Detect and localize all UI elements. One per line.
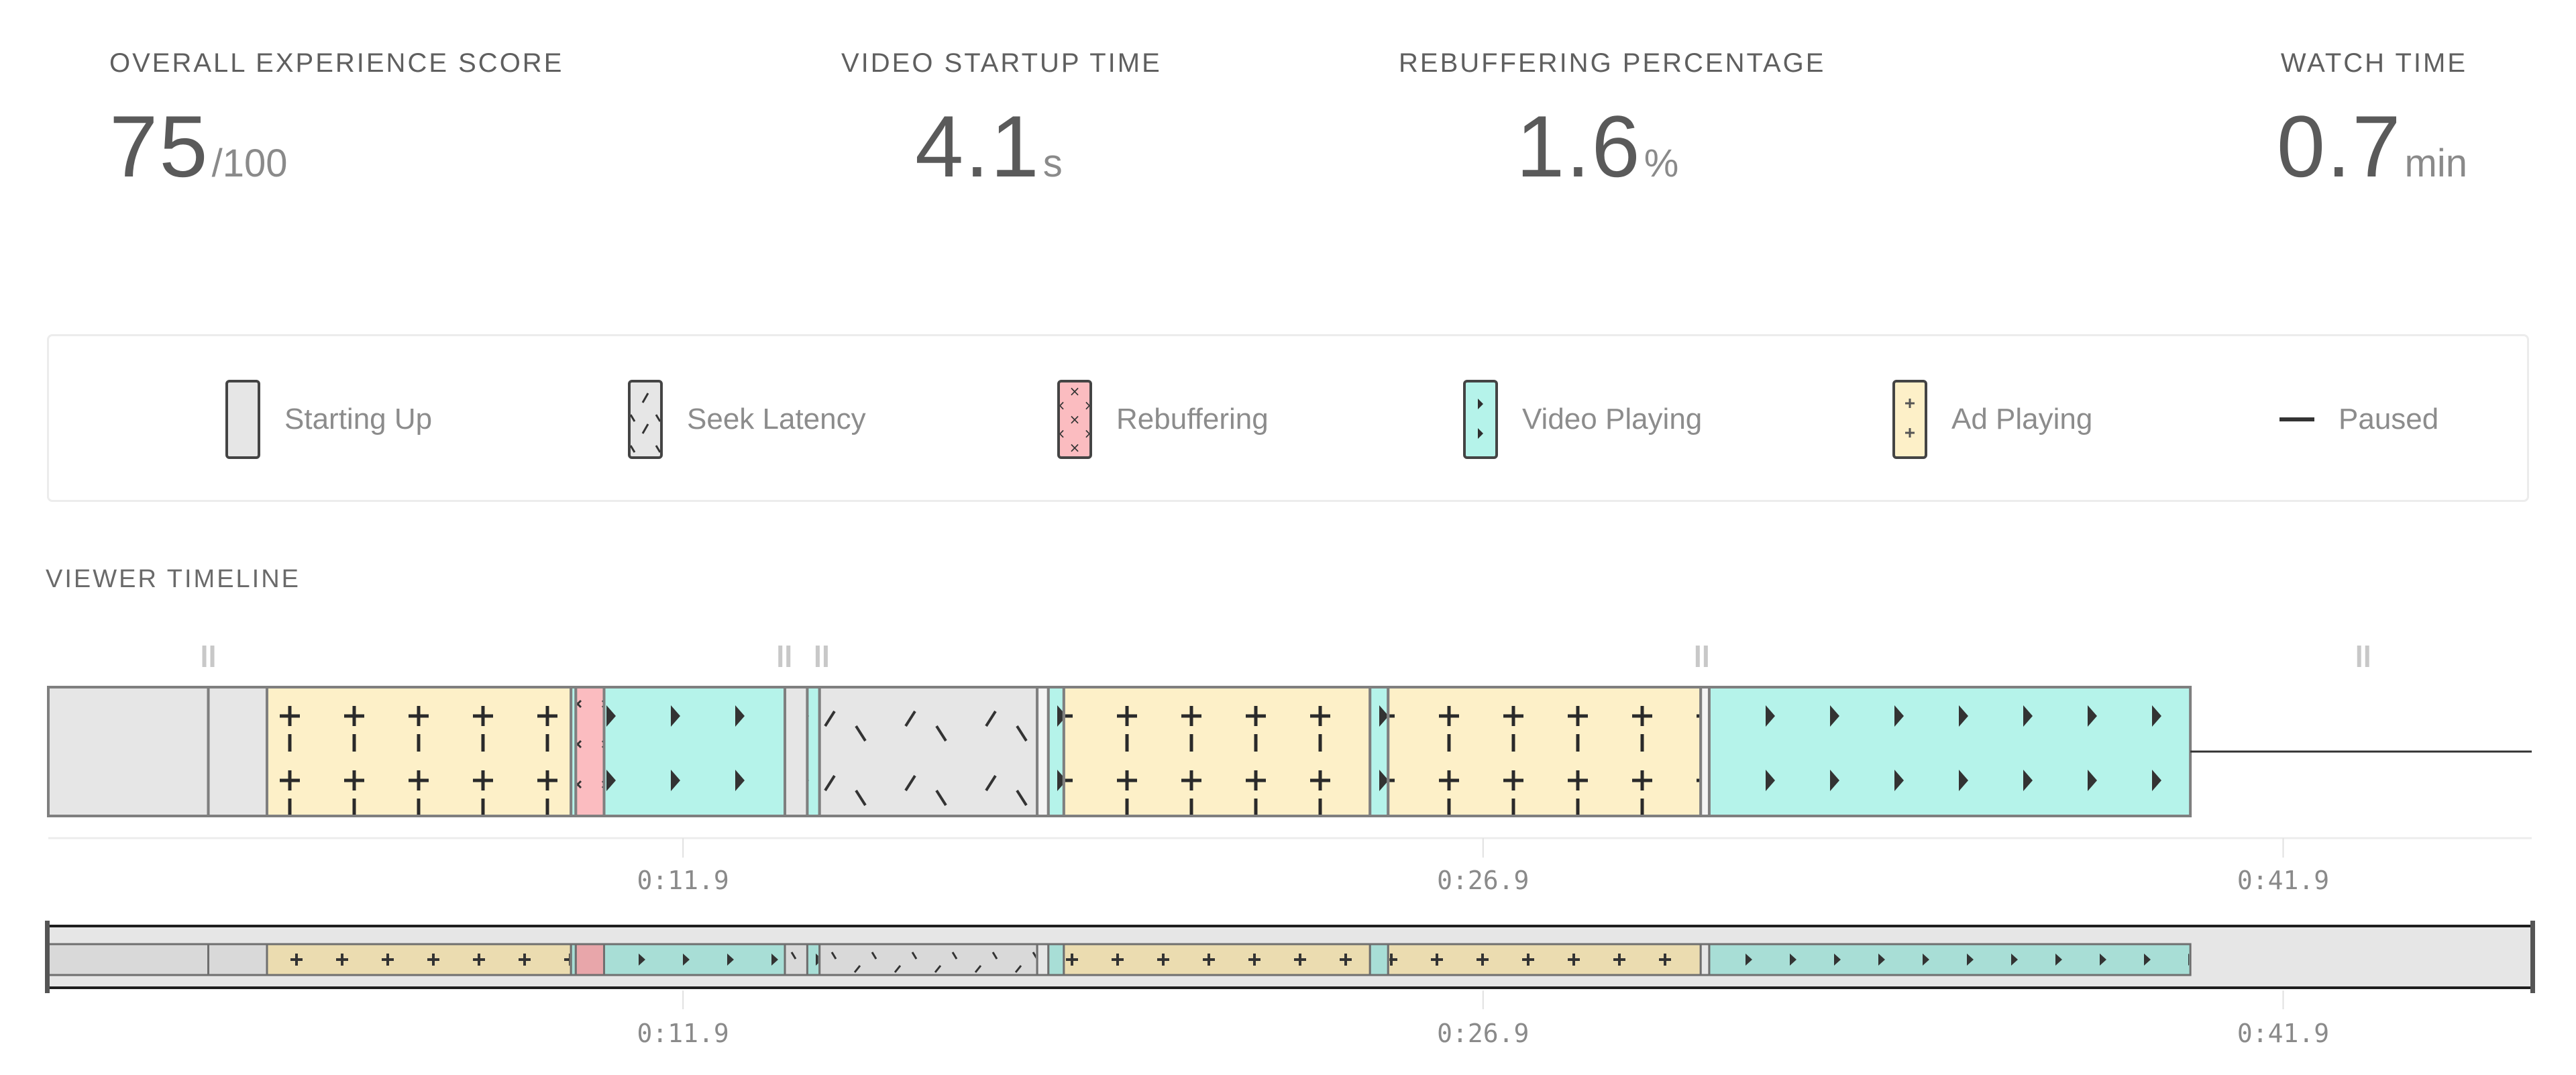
video-overview-pattern — [1710, 945, 2190, 974]
axis-tick-label: 0:11.9 — [637, 866, 729, 895]
overview-segment-rebuffer — [574, 943, 605, 976]
seek-pattern — [786, 688, 806, 815]
timeline-segment-startup[interactable] — [207, 686, 268, 817]
video-pattern — [808, 688, 818, 815]
ad-overview-pattern — [1065, 945, 1369, 974]
video-pattern — [1371, 688, 1387, 815]
timeline-segment-startup[interactable] — [47, 686, 210, 817]
pause-marker-icon[interactable] — [778, 646, 791, 667]
brush-handle-left[interactable] — [45, 921, 50, 993]
video-overview-pattern — [1371, 945, 1387, 974]
mini-axis-tick-label: 0:26.9 — [1437, 1019, 1529, 1048]
video-overview-pattern — [605, 945, 784, 974]
ad-overview-pattern — [268, 945, 570, 974]
seek-overview-pattern — [820, 945, 1036, 974]
pause-marker-icon[interactable] — [202, 646, 215, 667]
overview-segment-gap — [1036, 943, 1050, 976]
video-pattern — [1049, 688, 1063, 815]
pause-marker-icon[interactable] — [815, 646, 828, 667]
pause-marker-icon[interactable] — [1695, 646, 1708, 667]
ad-overview-pattern — [1389, 945, 1700, 974]
brush-handle-right[interactable] — [2530, 921, 2535, 993]
timeline-segment-gap[interactable] — [1036, 686, 1050, 817]
overview-segment-gap — [1699, 943, 1711, 976]
overview-segment-startup — [207, 943, 268, 976]
video-pattern — [1710, 688, 2190, 815]
ad-pattern — [1389, 688, 1700, 815]
ad-pattern — [1065, 688, 1369, 815]
video-overview-pattern — [1049, 945, 1063, 974]
overview-segment-startup — [47, 943, 210, 976]
pause-marker-icon[interactable] — [2357, 646, 2369, 667]
rebuffer-pattern — [577, 688, 603, 815]
ad-pattern — [268, 688, 570, 815]
video-overview-pattern — [808, 945, 818, 974]
seek-pattern — [820, 688, 1036, 815]
mini-axis-tick-label: 0:11.9 — [637, 1019, 729, 1048]
seek-overview-pattern — [786, 945, 806, 974]
axis-tick-label: 0:26.9 — [1437, 866, 1529, 895]
viewer-timeline-chart: 0:11.9 0:11.9 0:26.9 0:26.9 0:41.9 0:41.9 — [45, 646, 2535, 1048]
axis-tick-label: 0:41.9 — [2237, 866, 2329, 895]
mini-axis-tick-label: 0:41.9 — [2237, 1019, 2329, 1048]
video-pattern — [605, 688, 784, 815]
